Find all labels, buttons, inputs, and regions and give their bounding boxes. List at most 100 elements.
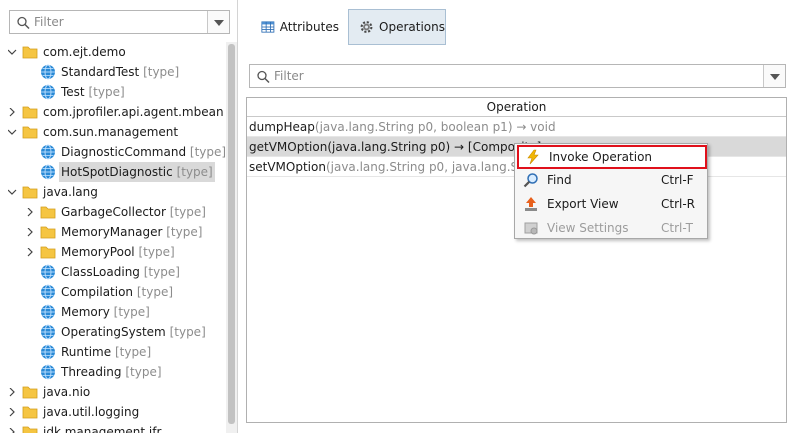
tree-node-type: [type] <box>143 265 180 279</box>
menu-item-find[interactable]: Find Ctrl-F <box>515 168 707 192</box>
menu-item-shortcut: Ctrl-T <box>661 221 693 235</box>
operation-signature: (java.lang.String p0, boolean p1) → void <box>314 120 556 134</box>
menu-item-label: View Settings <box>547 221 629 235</box>
operations-filter-placeholder: Filter <box>274 69 304 83</box>
tree-node-name: com.ejt.demo <box>43 45 126 59</box>
folder-icon <box>22 406 38 419</box>
menu-item-label: Invoke Operation <box>549 150 653 164</box>
folder-icon <box>22 126 38 139</box>
chevron-down-icon[interactable] <box>207 11 229 33</box>
tree-node-package[interactable]: jdk.management.jfr <box>0 422 226 433</box>
globe-icon <box>41 144 55 160</box>
folder-icon <box>22 426 38 433</box>
tree-node-package[interactable]: MemoryManager [type] <box>0 222 226 242</box>
chevron-down-icon[interactable] <box>8 182 18 202</box>
tree-node-name: java.util.logging <box>43 405 140 419</box>
tree-node-name: jdk.management.jfr <box>43 425 162 433</box>
tree-node-name: Test <box>61 85 85 99</box>
chevron-right-icon[interactable] <box>26 242 36 262</box>
tree-node-name: com.jprofiler.api.agent.mbean <box>43 105 224 119</box>
tab-attributes[interactable]: Attributes <box>250 9 340 45</box>
chevron-right-icon[interactable] <box>8 422 18 433</box>
menu-item-shortcut: Ctrl-R <box>661 197 696 211</box>
chevron-right-icon[interactable] <box>26 202 36 222</box>
tree-node-package[interactable]: GarbageCollector [type] <box>0 202 226 222</box>
tree-node-label: com.jprofiler.api.agent.mbean <box>41 102 226 122</box>
tree-node-mbean[interactable]: HotSpotDiagnostic [type] <box>0 162 226 182</box>
tree-node-package[interactable]: com.sun.management <box>0 122 226 142</box>
tab-operations[interactable]: Operations <box>348 9 446 45</box>
operations-filter-input[interactable]: Filter <box>249 64 786 88</box>
tree-node-mbean[interactable]: Memory [type] <box>0 302 226 322</box>
tree-node-mbean[interactable]: ClassLoading [type] <box>0 262 226 282</box>
tab-attributes-label: Attributes <box>279 20 339 34</box>
tree-node-name: MemoryManager <box>61 225 163 239</box>
tree-filter-input[interactable]: Filter <box>9 10 230 34</box>
tree-node-mbean[interactable]: Runtime [type] <box>0 342 226 362</box>
table-row[interactable]: dumpHeap(java.lang.String p0, boolean p1… <box>247 117 786 137</box>
context-menu: Invoke Operation Find Ctrl-F Export View… <box>514 143 708 239</box>
tree-node-label: HotSpotDiagnostic [type] <box>59 162 215 182</box>
tree-node-name: java.nio <box>43 385 91 399</box>
chevron-down-icon[interactable] <box>8 42 18 62</box>
tree-node-name: Compilation <box>61 285 134 299</box>
tree-node-type: [type] <box>189 145 227 159</box>
tree-node-package[interactable]: com.ejt.demo <box>0 42 226 62</box>
tree-node-type: [type] <box>113 305 150 319</box>
chevron-down-icon[interactable] <box>763 65 785 87</box>
operation-name: setVMOption <box>249 160 326 174</box>
menu-item-export-view[interactable]: Export View Ctrl-R <box>515 192 707 216</box>
tree-node-package[interactable]: com.jprofiler.api.agent.mbean <box>0 102 226 122</box>
tree-node-mbean[interactable]: OperatingSystem [type] <box>0 322 226 342</box>
tree-node-mbean[interactable]: StandardTest [type] <box>0 62 226 82</box>
tree-node-mbean[interactable]: Compilation [type] <box>0 282 226 302</box>
tree-node-mbean[interactable]: Threading [type] <box>0 362 226 382</box>
tree-node-type: [type] <box>166 225 203 239</box>
tree-node-label: ClassLoading [type] <box>59 262 182 282</box>
menu-item-invoke-operation[interactable]: Invoke Operation <box>517 145 707 169</box>
tree-node-package[interactable]: java.lang <box>0 182 226 202</box>
tree-scrollbar[interactable] <box>226 42 237 433</box>
chevron-right-icon[interactable] <box>8 402 18 422</box>
tree-node-label: jdk.management.jfr <box>41 422 163 433</box>
operation-name: getVMOption(java.lang.String p0) → [Comp… <box>249 140 542 154</box>
tree-node-label: Runtime [type] <box>59 342 153 362</box>
chevron-right-icon[interactable] <box>26 222 36 242</box>
tree-node-name: Threading <box>61 365 122 379</box>
chevron-right-icon[interactable] <box>8 102 18 122</box>
tree-node-name: MemoryPool <box>61 245 135 259</box>
mbean-tree-pane: Filter com.ejt.demo StandardTest [type] T… <box>0 0 237 433</box>
lightning-icon <box>527 149 539 165</box>
scrollbar-thumb[interactable] <box>228 44 235 424</box>
tree-node-label: Compilation [type] <box>59 282 175 302</box>
globe-icon <box>41 344 55 360</box>
tree-node-mbean[interactable]: DiagnosticCommand [type] <box>0 142 226 162</box>
tree-node-label: java.nio <box>41 382 92 402</box>
tree-node-package[interactable]: MemoryPool [type] <box>0 242 226 262</box>
tree-node-mbean[interactable]: Test [type] <box>0 82 226 102</box>
tree-node-label: MemoryPool [type] <box>59 242 177 262</box>
chevron-right-icon[interactable] <box>8 382 18 402</box>
folder-icon <box>22 46 38 59</box>
tree-node-package[interactable]: java.util.logging <box>0 402 226 422</box>
chevron-down-icon[interactable] <box>8 122 18 142</box>
tree-node-type: [type] <box>138 245 175 259</box>
globe-icon <box>41 364 55 380</box>
tree-node-name: Runtime <box>61 345 112 359</box>
tree-node-label: Memory [type] <box>59 302 152 322</box>
tree-node-type: [type] <box>143 65 180 79</box>
folder-icon <box>22 106 38 119</box>
tree-node-label: GarbageCollector [type] <box>59 202 208 222</box>
column-header-operation[interactable]: Operation <box>247 98 786 117</box>
tree-node-type: [type] <box>136 285 174 299</box>
menu-item-label: Export View <box>547 197 619 211</box>
globe-icon <box>41 284 55 300</box>
folder-icon <box>22 386 38 399</box>
globe-icon <box>41 324 55 340</box>
tree-node-label: com.ejt.demo <box>41 42 128 62</box>
pane-splitter[interactable] <box>237 0 238 433</box>
operation-name: dumpHeap <box>249 120 315 134</box>
tree-node-package[interactable]: java.nio <box>0 382 226 402</box>
tree-node-label: OperatingSystem [type] <box>59 322 208 342</box>
search-icon <box>17 16 30 30</box>
